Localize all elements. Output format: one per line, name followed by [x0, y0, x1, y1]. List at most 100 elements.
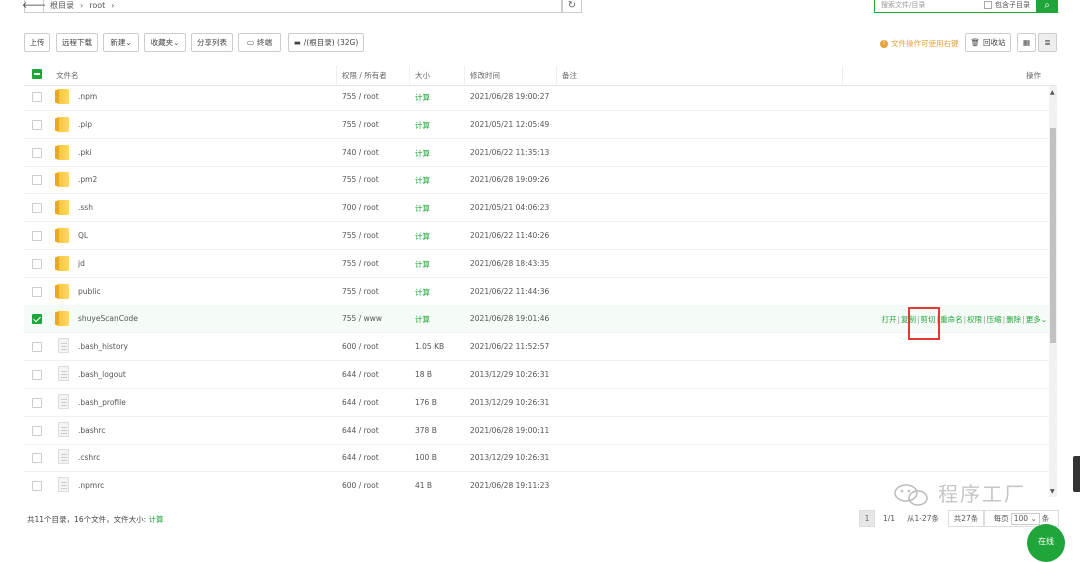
action-0[interactable]: 打开: [881, 315, 896, 324]
file-size[interactable]: 计算: [415, 259, 430, 270]
file-name[interactable]: .pm2: [78, 175, 97, 184]
action-4[interactable]: 权限: [967, 315, 982, 324]
row-checkbox[interactable]: [32, 119, 42, 130]
file-perm[interactable]: 644 / root: [342, 370, 379, 379]
summary-calc-link[interactable]: 计算: [149, 515, 164, 524]
file-perm[interactable]: 755 / root: [342, 231, 379, 240]
row-checkbox[interactable]: [32, 425, 42, 436]
file-perm[interactable]: 740 / root: [342, 148, 379, 157]
file-name[interactable]: .bashrc: [78, 426, 105, 435]
scroll-up-icon[interactable]: ▲: [1050, 89, 1055, 96]
file-perm[interactable]: 755 / root: [342, 120, 379, 129]
row-checkbox[interactable]: [32, 92, 42, 102]
back-button[interactable]: 🡐: [22, 0, 46, 13]
scroll-thumb[interactable]: [1050, 128, 1056, 343]
file-size[interactable]: 计算: [415, 287, 430, 298]
table-row[interactable]: .pm2 755 / root 计算 2021/06/28 19:09:26: [24, 166, 1049, 195]
refresh-button[interactable]: ↻: [562, 0, 582, 13]
row-checkbox[interactable]: [32, 342, 42, 353]
file-name[interactable]: .pki: [78, 148, 92, 157]
table-row[interactable]: .bash_profile 644 / root 176 B 2013/12/29 1…: [24, 389, 1049, 417]
file-name[interactable]: jd: [78, 259, 85, 268]
table-row[interactable]: .npm 755 / root 计算 2021/06/28 19:00:27: [24, 86, 1049, 111]
row-checkbox[interactable]: [32, 481, 42, 492]
file-name[interactable]: .bash_profile: [78, 398, 126, 407]
file-perm[interactable]: 755 / root: [342, 259, 379, 268]
row-checkbox[interactable]: [32, 453, 42, 464]
table-row[interactable]: jd 755 / root 计算 2021/06/28 18:43:35: [24, 250, 1049, 278]
table-row[interactable]: .bashrc 644 / root 378 B 2021/06/28 19:00:1…: [24, 417, 1049, 445]
table-row[interactable]: .pip 755 / root 计算 2021/05/21 12:05:49: [24, 111, 1049, 139]
file-size[interactable]: 计算: [415, 203, 430, 214]
include-subdir-checkbox[interactable]: 包含子目录: [984, 0, 1036, 13]
file-perm[interactable]: 755 / www: [342, 314, 382, 323]
disk-button[interactable]: ▬/(根目录) (32G): [288, 33, 364, 52]
checkbox-box[interactable]: [984, 1, 992, 9]
action-3[interactable]: 重命名: [940, 315, 963, 324]
row-checkbox[interactable]: [32, 147, 42, 158]
file-perm[interactable]: 700 / root: [342, 203, 379, 212]
list-view-button[interactable]: ≣: [1038, 33, 1057, 52]
file-size[interactable]: 计算: [415, 120, 430, 131]
file-size[interactable]: 计算: [415, 314, 430, 325]
table-row[interactable]: QL 755 / root 计算 2021/06/22 11:40:26: [24, 222, 1049, 250]
table-row[interactable]: .pki 740 / root 计算 2021/06/22 11:35:13: [24, 139, 1049, 167]
column-perm[interactable]: 权限 / 所有者: [342, 70, 387, 81]
row-checkbox[interactable]: [32, 314, 42, 325]
favorites-dropdown-button[interactable]: 收藏夹 ⌄: [144, 33, 186, 52]
file-name[interactable]: QL: [78, 231, 88, 240]
file-perm[interactable]: 644 / root: [342, 426, 379, 435]
scroll-down-icon[interactable]: ▼: [1050, 488, 1055, 495]
table-row[interactable]: .bash_history 600 / root 1.05 KB 2021/06/22…: [24, 333, 1049, 362]
table-row[interactable]: public 755 / root 计算 2021/06/22 11:44:36: [24, 278, 1049, 306]
file-perm[interactable]: 755 / root: [342, 287, 379, 296]
file-name[interactable]: .npmrc: [78, 481, 104, 490]
table-row[interactable]: shuyeScanCode 755 / www 计算 2021/06/28 19:01…: [24, 305, 1049, 334]
breadcrumb[interactable]: 根目录 › root ›: [44, 0, 562, 13]
file-name[interactable]: .npm: [78, 92, 97, 101]
terminal-button[interactable]: ▭ 终端: [238, 33, 281, 52]
table-row[interactable]: .bash_logout 644 / root 18 B 2013/12/29 10:…: [24, 361, 1049, 389]
crumb-root[interactable]: 根目录: [50, 0, 74, 11]
row-checkbox[interactable]: [32, 175, 42, 186]
file-size[interactable]: 计算: [415, 92, 430, 103]
column-name[interactable]: 文件名: [56, 70, 79, 81]
file-name[interactable]: shuyeScanCode: [78, 314, 138, 323]
file-name[interactable]: .pip: [78, 120, 92, 129]
file-size[interactable]: 计算: [415, 231, 430, 242]
file-perm[interactable]: 755 / root: [342, 92, 379, 101]
new-dropdown-button[interactable]: 新建 ⌄: [103, 33, 139, 52]
remote-download-button[interactable]: 远程下载: [56, 33, 98, 52]
file-name[interactable]: .ssh: [78, 203, 93, 212]
file-size[interactable]: 计算: [415, 175, 430, 186]
table-row[interactable]: .cshrc 644 / root 100 B 2013/12/29 10:26:31: [24, 444, 1049, 473]
online-chat-button[interactable]: 在线: [1027, 524, 1065, 562]
file-perm[interactable]: 644 / root: [342, 453, 379, 462]
row-checkbox[interactable]: [32, 203, 42, 214]
select-all-checkbox[interactable]: [32, 69, 42, 79]
page-1-button[interactable]: 1: [859, 510, 875, 527]
column-size[interactable]: 大小: [415, 70, 430, 81]
action-7[interactable]: 更多: [1026, 315, 1041, 324]
file-name[interactable]: .bash_logout: [78, 370, 126, 379]
upload-button[interactable]: 上传: [24, 33, 50, 52]
row-checkbox[interactable]: [32, 258, 42, 269]
side-tab-handle[interactable]: [1073, 456, 1080, 492]
action-6[interactable]: 删除: [1006, 315, 1021, 324]
row-checkbox[interactable]: [32, 370, 42, 380]
crumb-root-user[interactable]: root: [89, 1, 105, 10]
file-perm[interactable]: 644 / root: [342, 398, 379, 407]
file-name[interactable]: .cshrc: [78, 453, 100, 462]
action-5[interactable]: 压缩: [987, 315, 1002, 324]
file-name[interactable]: .bash_history: [78, 342, 128, 351]
column-mtime[interactable]: 修改时间: [470, 70, 500, 81]
recycle-bin-button[interactable]: 🗑 回收站: [965, 33, 1011, 52]
file-perm[interactable]: 755 / root: [342, 175, 379, 184]
vertical-scrollbar[interactable]: ▲ ▼: [1049, 86, 1057, 497]
search-button[interactable]: ⌕: [1036, 0, 1058, 13]
table-row[interactable]: .ssh 700 / root 计算 2021/05/21 04:06:23: [24, 194, 1049, 223]
file-name[interactable]: public: [78, 287, 101, 296]
row-checkbox[interactable]: [32, 231, 42, 241]
row-checkbox[interactable]: [32, 397, 42, 408]
search-input[interactable]: 搜索文件/目录: [874, 0, 984, 13]
